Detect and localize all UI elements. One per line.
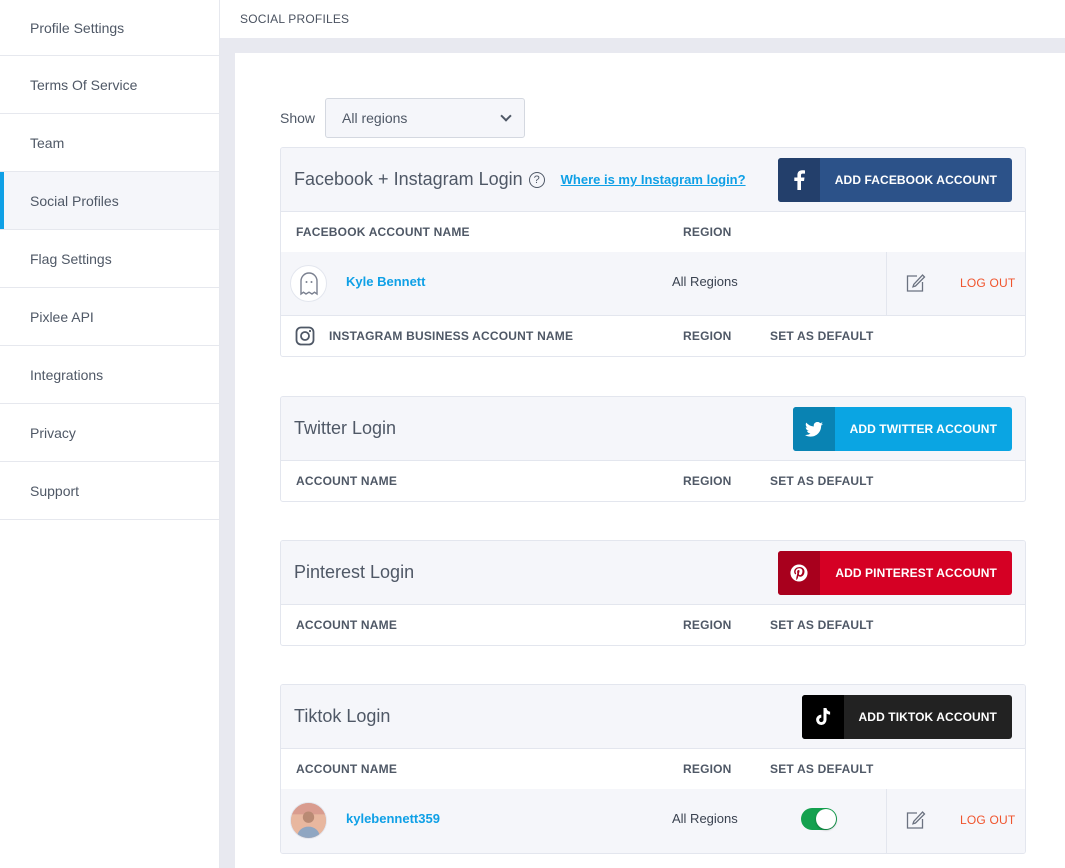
account-actions: LOG OUT	[886, 252, 1025, 315]
sidebar-item-label: Profile Settings	[30, 19, 125, 36]
ghost-icon	[299, 271, 318, 295]
account-name-link[interactable]: kylebennett359	[346, 811, 440, 826]
account-actions: LOG OUT	[886, 789, 1025, 853]
sidebar-item-label: Social Profiles	[30, 192, 119, 209]
sidebar-item-terms-of-service[interactable]: Terms Of Service	[0, 56, 219, 114]
profile-photo-icon	[291, 803, 326, 838]
account-name-link[interactable]: Kyle Bennett	[346, 274, 425, 289]
add-facebook-account-label: ADD FACEBOOK ACCOUNT	[834, 173, 997, 187]
column-header-region: REGION	[683, 225, 732, 239]
sidebar-item-privacy[interactable]: Privacy	[0, 404, 219, 462]
twitter-card: Twitter Login ADD TWITTER ACCOUNT ACCOUN…	[280, 396, 1026, 502]
avatar	[290, 265, 327, 302]
pinterest-card: Pinterest Login ADD PINTEREST ACCOUNT AC…	[280, 540, 1026, 646]
column-header-account-name: ACCOUNT NAME	[296, 618, 398, 632]
region-filter: Show All regions	[280, 98, 526, 138]
column-header-set-as-default: SET AS DEFAULT	[770, 329, 874, 343]
sidebar-item-social-profiles[interactable]: Social Profiles	[0, 172, 219, 230]
sidebar-item-pixlee-api[interactable]: Pixlee API	[0, 288, 219, 346]
sidebar-item-profile-settings[interactable]: Profile Settings	[0, 0, 219, 56]
sidebar-item-label: Team	[30, 134, 65, 151]
sidebar-item-label: Privacy	[30, 424, 76, 441]
pinterest-icon	[778, 551, 821, 595]
table-row: Kyle Bennett All Regions LOG OUT	[281, 252, 1025, 316]
column-header-set-as-default: SET AS DEFAULT	[770, 618, 874, 632]
facebook-column-headers: FACEBOOK ACCOUNT NAME REGION	[281, 212, 1025, 252]
sidebar-item-label: Flag Settings	[30, 250, 112, 267]
card-title: Twitter Login	[294, 418, 397, 438]
settings-sidebar: Profile Settings Terms Of Service Team S…	[0, 0, 220, 868]
add-pinterest-account-label: ADD PINTEREST ACCOUNT	[835, 566, 997, 580]
instagram-column-headers: INSTAGRAM BUSINESS ACCOUNT NAME REGION S…	[281, 316, 1025, 356]
card-title: Tiktok Login	[294, 706, 391, 726]
add-tiktok-account-label: ADD TIKTOK ACCOUNT	[858, 710, 997, 724]
card-title: Facebook + Instagram Login	[294, 169, 523, 189]
card-header: Twitter Login ADD TWITTER ACCOUNT	[281, 397, 1025, 461]
account-region: All Regions	[672, 274, 738, 289]
add-twitter-account-button[interactable]: ADD TWITTER ACCOUNT	[792, 407, 1012, 451]
sidebar-item-label: Support	[30, 482, 80, 499]
sidebar-item-integrations[interactable]: Integrations	[0, 346, 219, 404]
set-as-default-toggle[interactable]	[801, 808, 837, 830]
twitter-column-headers: ACCOUNT NAME REGION SET AS DEFAULT	[281, 461, 1025, 501]
column-header-account-name: FACEBOOK ACCOUNT NAME	[296, 225, 470, 239]
edit-icon[interactable]	[906, 811, 926, 834]
instagram-icon	[295, 326, 315, 349]
card-title: Pinterest Login	[294, 562, 415, 582]
column-header-region: REGION	[683, 329, 732, 343]
sidebar-item-flag-settings[interactable]: Flag Settings	[0, 230, 219, 288]
sidebar-item-label: Pixlee API	[30, 308, 94, 325]
column-header-region: REGION	[683, 474, 732, 488]
add-pinterest-account-button[interactable]: ADD PINTEREST ACCOUNT	[778, 551, 1012, 595]
column-header-set-as-default: SET AS DEFAULT	[770, 762, 874, 776]
facebook-instagram-card: Facebook + Instagram Login ? Where is my…	[280, 147, 1026, 357]
column-header-set-as-default: SET AS DEFAULT	[770, 474, 874, 488]
column-header-account-name: ACCOUNT NAME	[296, 474, 398, 488]
page-header: SOCIAL PROFILES	[220, 0, 1065, 38]
column-header-region: REGION	[683, 762, 732, 776]
logout-button[interactable]: LOG OUT	[960, 813, 1015, 827]
sidebar-item-label: Terms Of Service	[30, 76, 138, 93]
column-header-instagram-account-name: INSTAGRAM BUSINESS ACCOUNT NAME	[329, 329, 574, 343]
chevron-down-icon	[500, 110, 512, 122]
twitter-icon	[792, 407, 835, 451]
logout-button[interactable]: LOG OUT	[960, 276, 1015, 290]
tiktok-column-headers: ACCOUNT NAME REGION SET AS DEFAULT	[281, 749, 1025, 789]
card-header: Facebook + Instagram Login ? Where is my…	[281, 148, 1025, 212]
instagram-help-link[interactable]: Where is my Instagram login?	[561, 172, 746, 187]
sidebar-item-label: Integrations	[30, 366, 104, 383]
add-tiktok-account-button[interactable]: ADD TIKTOK ACCOUNT	[801, 695, 1012, 739]
column-header-account-name: ACCOUNT NAME	[296, 762, 398, 776]
region-select[interactable]: All regions	[325, 98, 526, 138]
pinterest-column-headers: ACCOUNT NAME REGION SET AS DEFAULT	[281, 605, 1025, 645]
facebook-icon	[777, 158, 820, 202]
tiktok-card: Tiktok Login ADD TIKTOK ACCOUNT ACCOUNT …	[280, 684, 1026, 854]
table-row: kylebennett359 All Regions LOG OUT	[281, 789, 1025, 853]
help-icon[interactable]: ?	[528, 171, 545, 188]
edit-icon[interactable]	[906, 274, 926, 297]
account-region: All Regions	[672, 811, 738, 826]
add-facebook-account-button[interactable]: ADD FACEBOOK ACCOUNT	[777, 158, 1012, 202]
sidebar-item-support[interactable]: Support	[0, 462, 219, 520]
avatar	[290, 802, 327, 839]
sidebar-item-team[interactable]: Team	[0, 114, 219, 172]
region-filter-label: Show	[280, 110, 316, 126]
card-header: Tiktok Login ADD TIKTOK ACCOUNT	[281, 685, 1025, 749]
column-header-region: REGION	[683, 618, 732, 632]
add-twitter-account-label: ADD TWITTER ACCOUNT	[849, 422, 997, 436]
card-header: Pinterest Login ADD PINTEREST ACCOUNT	[281, 541, 1025, 605]
tiktok-icon	[801, 695, 844, 739]
region-select-value: All regions	[342, 110, 408, 126]
page-title: SOCIAL PROFILES	[240, 12, 350, 26]
